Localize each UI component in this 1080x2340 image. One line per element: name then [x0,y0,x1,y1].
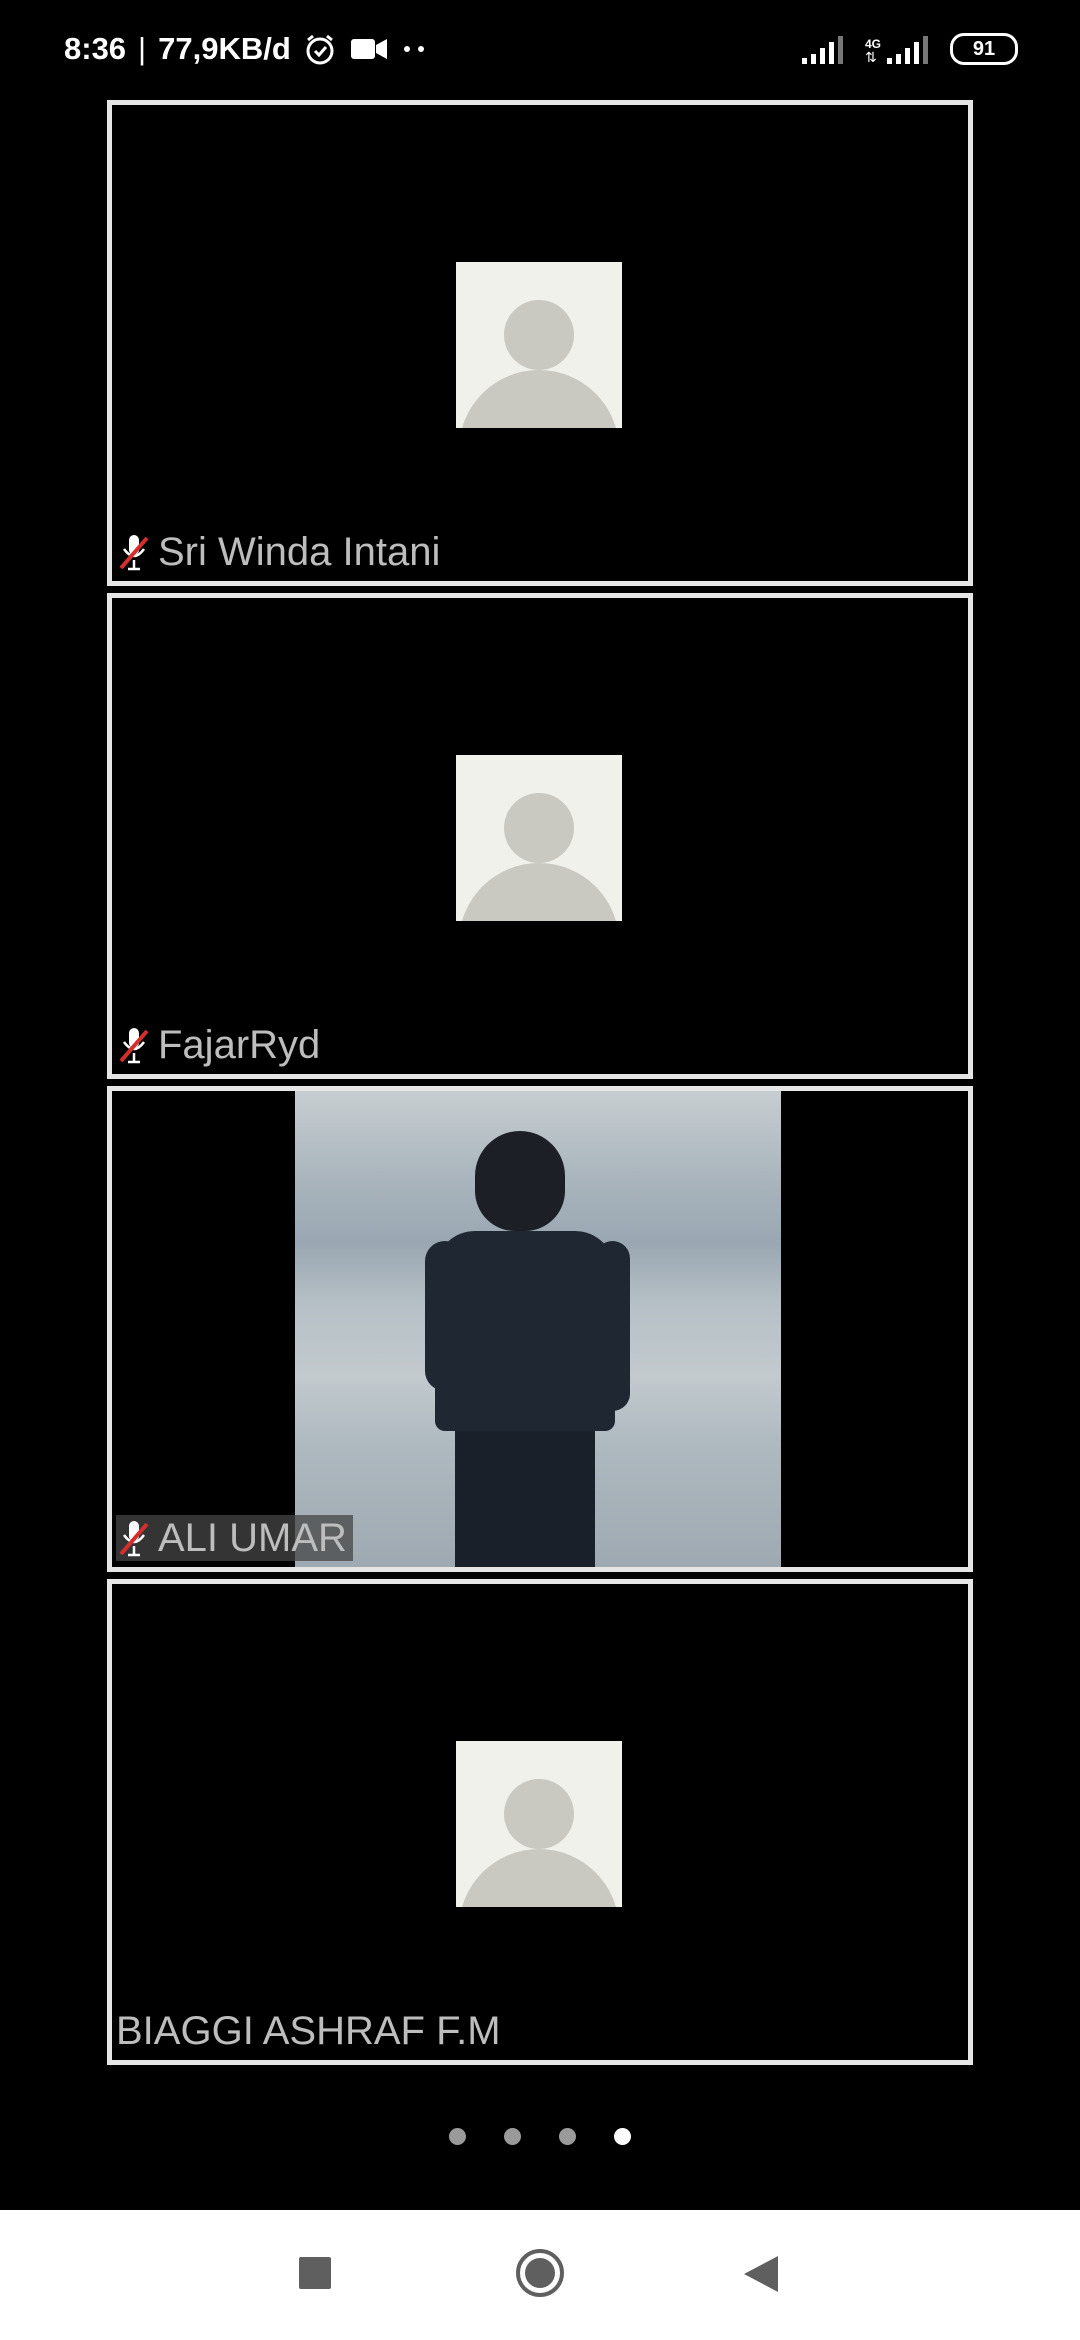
avatar [456,262,622,428]
participant-label: ALI UMAR [116,1515,353,1561]
participant-name: BIAGGI ASHRAF F.M [116,2008,501,2053]
participant-label: FajarRyd [116,1022,320,1068]
video-feed [295,1091,781,1567]
participant-tile[interactable]: Sri Winda Intani [107,100,973,586]
participant-tile[interactable]: BIAGGI ASHRAF F.M [107,1579,973,2065]
status-bar: 8:36 | 77,9KB/d 4G ⇅ 91 [0,0,1080,96]
participant-tile[interactable]: ALI UMAR [107,1086,973,1572]
participant-label: Sri Winda Intani [116,529,440,575]
status-right: 4G ⇅ 91 [801,26,1018,72]
navigation-bar [0,2210,1080,2340]
home-button[interactable] [515,2248,565,2298]
battery-level: 91 [972,37,996,60]
signal-4g-icon: 4G ⇅ [865,34,928,64]
page-dot[interactable] [559,2128,576,2145]
alarm-icon [306,34,334,65]
battery-icon: 91 [950,33,1018,65]
more-dots-icon [403,46,424,52]
back-button[interactable] [742,2254,780,2294]
muted-mic-icon [119,1521,149,1557]
participant-label: BIAGGI ASHRAF F.M [116,2008,501,2054]
avatar [456,1741,622,1907]
page-dot[interactable] [449,2128,466,2145]
recents-button[interactable] [298,2256,332,2290]
avatar [456,755,622,921]
status-left: 8:36 | 77,9KB/d [64,26,427,72]
muted-mic-icon [119,1028,149,1064]
signal-icon [801,34,843,64]
separator: | [138,31,147,66]
participant-tile[interactable]: FajarRyd [107,593,973,1079]
participant-name: ALI UMAR [158,1515,347,1560]
data-speed: 77,9KB/d [158,31,291,66]
video-camera-icon [350,39,387,59]
clock: 8:36 [64,31,127,66]
muted-mic-icon [119,535,149,571]
page-dot-active[interactable] [614,2128,631,2145]
page-dot[interactable] [504,2128,521,2145]
participant-name: FajarRyd [158,1022,321,1067]
page-indicator [0,2128,1080,2154]
participant-name: Sri Winda Intani [158,529,441,574]
